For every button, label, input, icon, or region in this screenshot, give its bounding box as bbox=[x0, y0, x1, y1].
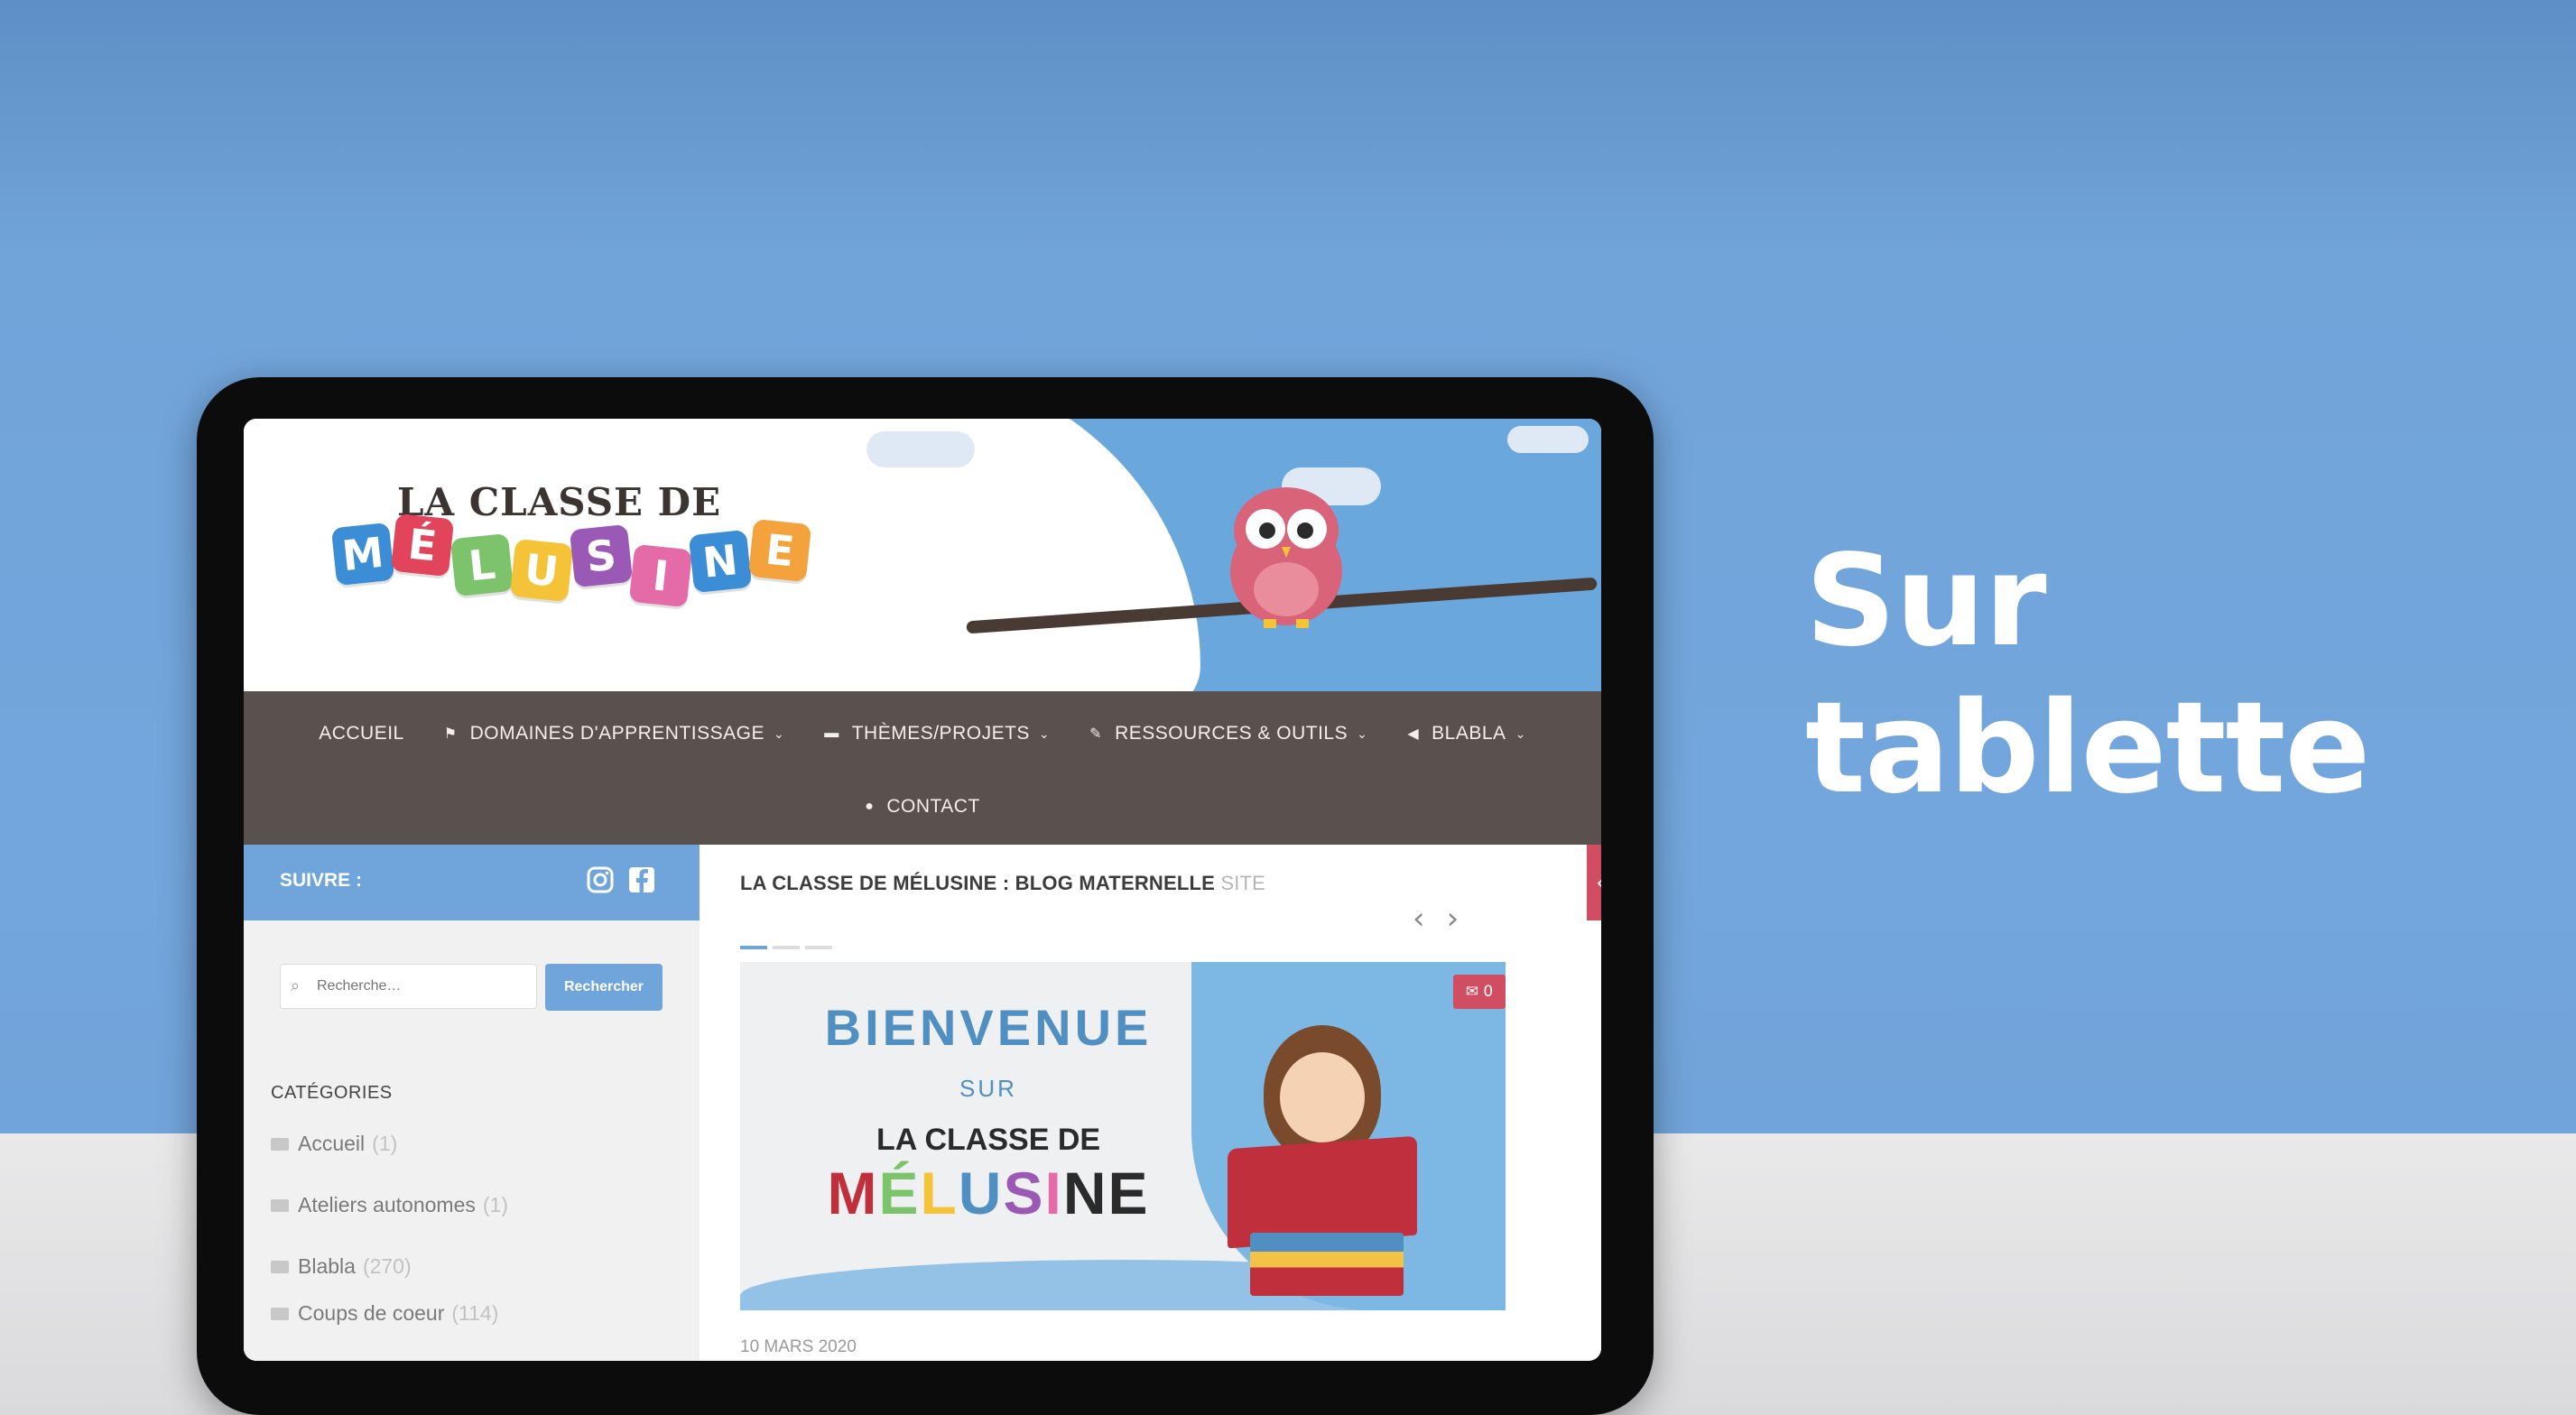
feature-brand-letter: M bbox=[827, 1160, 879, 1226]
follow-label: SUIVRE : bbox=[280, 870, 363, 891]
folder-icon bbox=[271, 1137, 289, 1151]
chevron-down-icon: ⌄ bbox=[1038, 726, 1051, 741]
logo-letter-tile: I bbox=[628, 543, 693, 608]
nav-item-label: CONTACT bbox=[886, 796, 980, 817]
chevron-down-icon: ⌄ bbox=[1515, 726, 1526, 741]
slider-dot[interactable] bbox=[773, 946, 800, 949]
comment-count: 0 bbox=[1483, 983, 1494, 1001]
instagram-icon[interactable] bbox=[585, 865, 616, 895]
logo-letter-tile: N bbox=[688, 529, 753, 594]
site-logo[interactable]: MÉLUSINE bbox=[330, 513, 812, 608]
book-illustration bbox=[1228, 1135, 1417, 1249]
nav-item-label: RESSOURCES & OUTILS bbox=[1115, 723, 1348, 744]
feature-subheading: SUR bbox=[959, 1075, 1017, 1102]
category-item[interactable]: Ateliers autonomes (1) bbox=[271, 1193, 508, 1217]
user-icon: ● bbox=[865, 799, 875, 814]
categories-title: CATÉGORIES bbox=[271, 1083, 393, 1103]
facebook-icon[interactable] bbox=[626, 865, 657, 895]
slider-dot[interactable] bbox=[740, 946, 767, 949]
owl-icon bbox=[1230, 487, 1342, 628]
cloud-icon bbox=[1507, 426, 1589, 453]
logo-letter-tile: E bbox=[747, 518, 812, 583]
page-title-suffix: SITE bbox=[1220, 872, 1266, 894]
nav-item-label: THÈMES/PROJETS bbox=[851, 723, 1030, 744]
chevron-down-icon: ⌄ bbox=[773, 726, 785, 741]
follow-bar: SUIVRE : bbox=[244, 845, 700, 920]
wrench-icon: ✎ bbox=[1089, 726, 1103, 742]
category-count: (1) bbox=[482, 1193, 509, 1216]
category-item[interactable]: Coups de coeur (114) bbox=[271, 1301, 498, 1326]
chevron-down-icon: ⌄ bbox=[1357, 726, 1368, 741]
girl-face bbox=[1280, 1052, 1365, 1142]
post-date: 10 MARS 2020 bbox=[740, 1337, 857, 1356]
sidebar: SUIVRE : ⌕ Rechercher CATÉGORIES Accueil… bbox=[244, 845, 700, 1361]
site-logo-title: LA CLASSE DE bbox=[397, 480, 722, 524]
feature-brand-letter: S bbox=[1003, 1160, 1045, 1226]
comment-icon: ✉ bbox=[1465, 983, 1484, 1001]
logo-letter-tile: M bbox=[330, 522, 395, 587]
feature-brand-letter: E bbox=[1107, 1160, 1150, 1226]
book-stack-illustration bbox=[1250, 1233, 1404, 1296]
category-count: (1) bbox=[372, 1132, 398, 1155]
comment-count-badge[interactable]: ✉ 0 bbox=[1453, 975, 1506, 1009]
folder-icon bbox=[271, 1198, 289, 1212]
nav-item-label: BLABLA bbox=[1432, 723, 1506, 744]
nav-item-label: DOMAINES D'APPRENTISSAGE bbox=[469, 723, 764, 744]
search-button[interactable]: Rechercher bbox=[545, 964, 663, 1011]
page-title: LA CLASSE DE MÉLUSINE : BLOG MATERNELLE … bbox=[740, 872, 1265, 895]
category-count: (270) bbox=[362, 1254, 412, 1278]
slider-dots bbox=[740, 946, 838, 949]
nav-item-contact[interactable]: ● CONTACT bbox=[865, 796, 980, 818]
feature-brand-name: MÉLUSINE bbox=[740, 1159, 1237, 1227]
nav-item-blabla[interactable]: ◀ BLABLA ⌄ bbox=[1407, 723, 1525, 744]
nav-item-ressources[interactable]: ✎ RESSOURCES & OUTILS ⌄ bbox=[1089, 723, 1367, 744]
feature-brand-letter: É bbox=[878, 1160, 921, 1226]
cloud-icon bbox=[866, 431, 975, 467]
search-icon: ⌕ bbox=[291, 976, 301, 995]
chevron-left-icon: ‹ bbox=[1596, 870, 1601, 895]
nav-item-domaines[interactable]: ⚑ DOMAINES D'APPRENTISSAGE ⌄ bbox=[444, 723, 784, 744]
feature-heading: BIENVENUE bbox=[824, 999, 1153, 1056]
category-item[interactable]: Blabla (270) bbox=[271, 1254, 412, 1279]
slider-dot[interactable] bbox=[805, 946, 832, 949]
feature-brand-top: LA CLASSE DE bbox=[876, 1123, 1101, 1157]
site-header-banner: LA CLASSE DE MÉLUSINE bbox=[244, 419, 1601, 691]
chevron-left-icon[interactable]: ‹ bbox=[1413, 901, 1447, 937]
main-content: LA CLASSE DE MÉLUSINE : BLOG MATERNELLE … bbox=[700, 845, 1601, 1361]
category-count: (114) bbox=[451, 1301, 499, 1325]
megaphone-icon: ◀ bbox=[1407, 726, 1420, 742]
category-name: Ateliers autonomes bbox=[298, 1193, 476, 1216]
side-panel-toggle[interactable]: ‹ bbox=[1587, 845, 1601, 920]
category-name: Accueil bbox=[298, 1132, 366, 1155]
category-name: Coups de coeur bbox=[298, 1301, 445, 1325]
feature-brand-letter: U bbox=[958, 1160, 1004, 1226]
chevron-right-icon[interactable]: › bbox=[1447, 901, 1481, 937]
slider-arrows: ‹› bbox=[1413, 901, 1480, 937]
featured-post-image[interactable]: BIENVENUE SUR LA CLASSE DE MÉLUSINE ✉ 0 bbox=[740, 962, 1506, 1310]
folder-icon: ▬ bbox=[824, 726, 839, 741]
tablet-screen: LA CLASSE DE MÉLUSINE ACCUEIL ⚑ DOMAINES… bbox=[244, 419, 1601, 1361]
logo-letter-tile: S bbox=[569, 523, 634, 588]
nav-item-label: ACCUEIL bbox=[319, 723, 404, 744]
category-item[interactable]: Accueil (1) bbox=[271, 1132, 397, 1156]
nav-item-accueil[interactable]: ACCUEIL bbox=[319, 723, 404, 744]
tablet-device: LA CLASSE DE MÉLUSINE ACCUEIL ⚑ DOMAINES… bbox=[197, 377, 1654, 1415]
logo-letter-tile: É bbox=[390, 513, 455, 578]
search-input[interactable] bbox=[280, 964, 537, 1009]
folder-icon bbox=[271, 1307, 289, 1320]
feature-brand-letter: L bbox=[920, 1160, 959, 1226]
nav-item-themes[interactable]: ▬ THÈMES/PROJETS ⌄ bbox=[824, 723, 1050, 744]
logo-letter-tile: L bbox=[449, 532, 514, 597]
feature-brand-letter: N bbox=[1062, 1160, 1108, 1226]
overlay-title: Sur tablette bbox=[1805, 528, 2370, 822]
mortarboard-icon: ⚑ bbox=[443, 726, 458, 742]
folder-icon bbox=[271, 1260, 289, 1273]
logo-letter-tile: U bbox=[509, 538, 574, 603]
category-name: Blabla bbox=[298, 1254, 356, 1278]
main-navigation: ACCUEIL ⚑ DOMAINES D'APPRENTISSAGE ⌄ ▬ T… bbox=[244, 691, 1601, 845]
feature-brand-letter: I bbox=[1044, 1160, 1063, 1226]
page-title-text: LA CLASSE DE MÉLUSINE : BLOG MATERNELLE bbox=[740, 872, 1216, 894]
